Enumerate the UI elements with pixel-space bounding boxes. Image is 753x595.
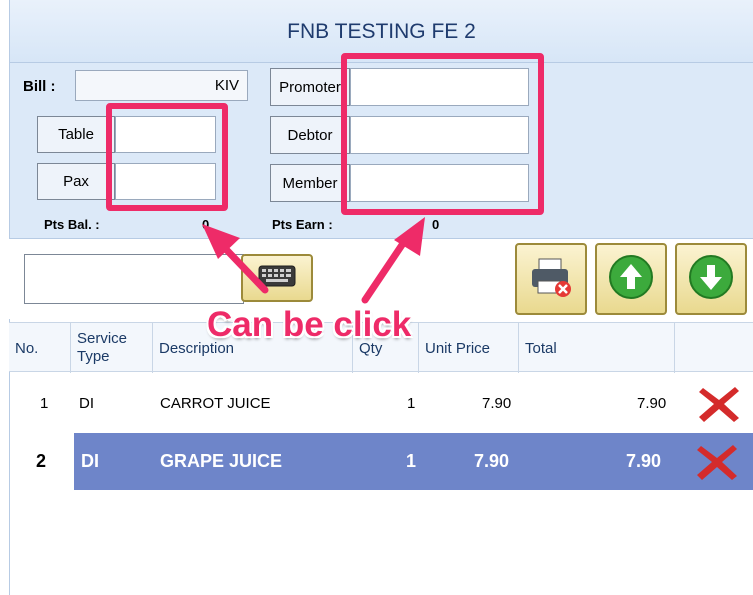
annotation-callout: Can be click [207, 305, 412, 344]
annotation-arrows [202, 217, 425, 304]
